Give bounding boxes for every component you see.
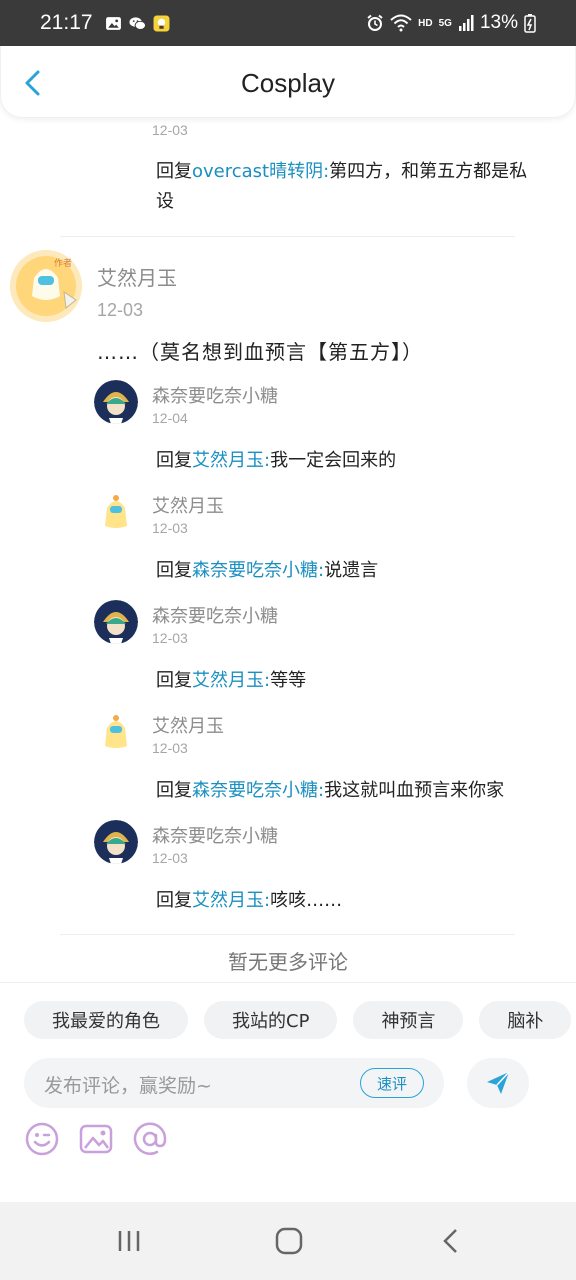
- reply-author[interactable]: 艾然月玉: [152, 492, 224, 518]
- comment-date: 12-03: [97, 300, 144, 320]
- reply-author[interactable]: 森奈要吃奈小糖: [152, 822, 278, 848]
- image-icon[interactable]: [78, 1121, 114, 1157]
- wechat-icon: [129, 16, 146, 30]
- battery-icon: [524, 14, 536, 33]
- status-bar: 21:17 HD 5G 13%: [0, 0, 576, 46]
- reply-text: 回复森奈要吃奈小糖:说遗言: [156, 556, 556, 586]
- reply-prefix: 回复: [156, 450, 192, 471]
- reply-to-link[interactable]: 森奈要吃奈小糖:: [192, 780, 324, 801]
- user-avatar-image: [94, 380, 138, 424]
- no-more-comments: 暂无更多评论: [228, 950, 348, 974]
- reply-to-link[interactable]: 森奈要吃奈小糖:: [192, 560, 324, 581]
- status-time: 21:17: [40, 11, 93, 34]
- reply-text-cont: 设: [156, 191, 174, 212]
- tag-chip[interactable]: 神预言: [353, 1001, 464, 1039]
- author-avatar-image: [94, 710, 138, 754]
- mention-icon[interactable]: [132, 1121, 168, 1157]
- reply-body: 说遗言: [324, 560, 379, 581]
- comment-text: ……（莫名想到血预言【第五方】）: [97, 340, 423, 364]
- reply-avatar[interactable]: [94, 710, 138, 754]
- home-icon[interactable]: [274, 1226, 304, 1256]
- wifi-icon: [390, 14, 412, 32]
- recent-apps-icon[interactable]: [114, 1226, 144, 1256]
- reply-avatar[interactable]: [94, 600, 138, 644]
- comment-composer: 我最爱的角色 我站的CP 神预言 脑补 发布评论，赢奖励~ 速评: [0, 982, 576, 1202]
- reply-text: 回复森奈要吃奈小糖:我这就叫血预言来你家: [156, 776, 556, 806]
- comment-input-placeholder: 发布评论，赢奖励~: [44, 1075, 212, 1097]
- reply-author[interactable]: 森奈要吃奈小糖: [152, 602, 278, 628]
- reply-date: 12-03: [152, 520, 188, 536]
- user-avatar-image: [94, 600, 138, 644]
- author-avatar-image: [94, 490, 138, 534]
- reply-avatar[interactable]: [94, 380, 138, 424]
- user-avatar-image: [94, 820, 138, 864]
- divider: [60, 236, 515, 237]
- reply-body: 我一定会回来的: [270, 450, 397, 471]
- composer-toolbar: [24, 1121, 168, 1157]
- reply-body: 我这就叫血预言来你家: [324, 780, 505, 801]
- reply-to-link[interactable]: 艾然月玉:: [192, 890, 270, 911]
- image-icon: [105, 16, 121, 30]
- reply-to-link[interactable]: 艾然月玉:: [192, 450, 270, 471]
- reply-prefix: 回复: [156, 890, 192, 911]
- reply-to-link[interactable]: overcast晴转阴:: [192, 161, 329, 182]
- reply-author[interactable]: 艾然月玉: [152, 712, 224, 738]
- reply-prefix: 回复: [156, 161, 192, 182]
- net-label: 5G: [438, 17, 452, 29]
- system-nav-bar: [0, 1202, 576, 1280]
- reply-date: 12-03: [152, 850, 188, 866]
- top-app-bar: Cosplay: [0, 46, 576, 118]
- tag-chip[interactable]: 脑补: [479, 1001, 572, 1039]
- reply-prefix: 回复: [156, 780, 192, 801]
- reply-to-link[interactable]: 艾然月玉:: [192, 670, 270, 691]
- comment-list[interactable]: 12-03 回复overcast晴转阴:第四方，和第五方都是私 设 作者 艾然月…: [0, 96, 576, 984]
- send-button[interactable]: [467, 1058, 529, 1108]
- reply-body: 第四方，和第五方都是私: [329, 161, 528, 182]
- reply-date: 12-03: [152, 122, 188, 138]
- alarm-icon: [367, 14, 383, 31]
- signal-5g-icon: [458, 15, 474, 31]
- author-badge: 作者: [54, 259, 73, 269]
- reply-text: 回复overcast晴转阴:第四方，和第五方都是私: [156, 157, 556, 187]
- reply-date: 12-03: [152, 740, 188, 756]
- tag-chip[interactable]: 我站的CP: [204, 1001, 338, 1039]
- battery-text: 13%: [479, 12, 518, 33]
- reply-date: 12-04: [152, 410, 188, 426]
- reply-text: 回复艾然月玉:咳咳……: [156, 886, 556, 916]
- page-title: Cosplay: [241, 68, 335, 98]
- comment-input[interactable]: 发布评论，赢奖励~ 速评: [24, 1058, 444, 1108]
- back-icon[interactable]: [436, 1226, 466, 1256]
- reply-body: 咳咳……: [270, 890, 343, 911]
- divider: [60, 934, 515, 935]
- reply-date: 12-03: [152, 630, 188, 646]
- send-icon: [487, 1071, 510, 1094]
- reply-avatar[interactable]: [94, 820, 138, 864]
- reply-author[interactable]: 森奈要吃奈小糖: [152, 382, 278, 408]
- tag-chip[interactable]: 我最爱的角色: [24, 1001, 188, 1039]
- app-notify-icon: [153, 15, 170, 31]
- reply-body: 等等: [270, 670, 307, 691]
- reply-avatar[interactable]: [94, 490, 138, 534]
- emoji-icon[interactable]: [24, 1121, 60, 1157]
- reply-text: 回复艾然月玉:我一定会回来的: [156, 446, 556, 476]
- quick-comment-button[interactable]: 速评: [360, 1068, 424, 1098]
- reply-prefix: 回复: [156, 670, 192, 691]
- quick-tags: 我最爱的角色 我站的CP 神预言 脑补: [24, 1001, 572, 1039]
- reply-prefix: 回复: [156, 560, 192, 581]
- reply-text: 回复艾然月玉:等等: [156, 666, 556, 696]
- comment-author[interactable]: 艾然月玉: [97, 262, 177, 291]
- hd-label: HD: [418, 17, 433, 29]
